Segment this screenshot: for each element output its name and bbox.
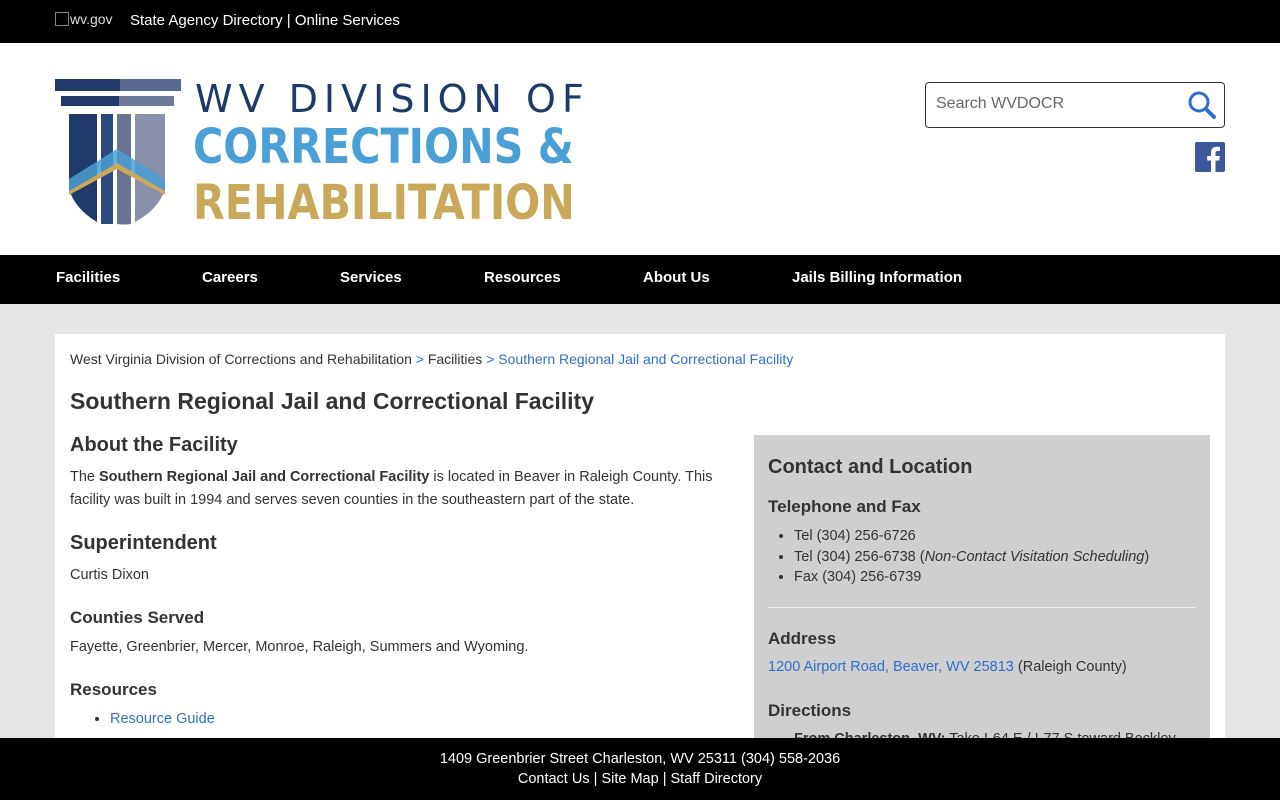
search-icon[interactable] [1186,89,1218,121]
top-links: State Agency Directory | Online Services [130,12,400,29]
about-text-pre: The [70,469,100,485]
logo-line-1: WV DIVISION OF [195,77,590,121]
facebook-link[interactable] [1195,142,1225,172]
superintendent-heading: Superintendent [70,532,217,554]
address: 1200 Airport Road, Beaver, WV 25813 (Ral… [768,659,1127,675]
wvdocr-logo[interactable]: WV DIVISION OF CORRECTIONS & REHABILITAT… [55,77,584,231]
tel-2-close: ) [1144,548,1150,565]
logo-line-3: REHABILITATION [193,175,575,231]
wv-gov-logo-alt: wv.gov [70,11,113,27]
logo-line-2: CORRECTIONS & [193,119,574,175]
breadcrumb-separator: > [486,351,495,367]
breadcrumb-current: Southern Regional Jail and Correctional … [498,351,794,367]
nav-services[interactable]: Services [340,269,402,286]
breadcrumb-facilities[interactable]: Facilities [428,351,482,367]
tel-2: Tel (304) 256-6738 (Non-Contact Visitati… [794,547,1149,568]
top-links-separator: | [286,12,291,29]
superintendent-name: Curtis Dixon [70,567,149,583]
counties-heading: Counties Served [70,608,205,627]
address-heading: Address [768,629,837,648]
resources-heading: Resources [70,680,157,699]
tel-2-note: Non-Contact Visitation Scheduling [924,548,1145,565]
top-bar: wv.gov State Agency Directory | Online S… [0,0,1280,43]
facebook-icon [1195,142,1225,172]
contact-sidebar: Contact and Location Telephone and Fax T… [754,435,1210,765]
resources-list: Resource Guide [110,708,215,730]
about-text: The Southern Regional Jail and Correctio… [70,466,720,512]
nav-resources[interactable]: Resources [484,269,561,286]
site-header: WV DIVISION OF CORRECTIONS & REHABILITAT… [0,43,1280,255]
page-title: Southern Regional Jail and Correctional … [70,388,594,414]
footer-separator: | [593,771,598,787]
phone-list: Tel (304) 256-6726 Tel (304) 256-6738 (N… [794,526,1149,588]
about-text-post2: facility was built in 1994 and serves se… [70,492,635,508]
footer-links: Contact Us | Site Map | Staff Directory [0,771,1280,787]
breadcrumb: West Virginia Division of Corrections an… [70,351,793,367]
about-heading: About the Facility [70,434,238,456]
search-input[interactable] [936,95,1176,113]
online-services-link[interactable]: Online Services [295,12,400,29]
main-nav: Facilities Careers Services Resources Ab… [0,255,1280,304]
tel-1: Tel (304) 256-6726 [794,526,1149,547]
nav-jails-billing[interactable]: Jails Billing Information [792,269,962,286]
search-box [925,82,1225,128]
shield-logo-icon [55,79,181,225]
footer-staff-directory-link[interactable]: Staff Directory [671,771,763,787]
contact-heading: Contact and Location [768,456,973,478]
breadcrumb-separator: > [415,351,424,367]
about-text-post1: is located in Beaver in Raleigh County. … [429,469,713,485]
counties-text: Fayette, Greenbrier, Mercer, Monroe, Ral… [70,639,529,655]
broken-image-icon [55,12,69,26]
resource-guide-link[interactable]: Resource Guide [110,711,215,727]
about-text-bold: Southern Regional Jail and Correctional … [99,469,430,485]
address-map-link[interactable]: 1200 Airport Road, Beaver, WV 25813 [768,659,1014,675]
nav-facilities[interactable]: Facilities [56,269,120,286]
footer-contact-link[interactable]: Contact Us [518,771,590,787]
breadcrumb-home[interactable]: West Virginia Division of Corrections an… [70,351,412,367]
main-content: West Virginia Division of Corrections an… [55,334,1225,765]
footer-separator: | [662,771,667,787]
address-county: (Raleigh County) [1013,659,1127,675]
footer-sitemap-link[interactable]: Site Map [601,771,658,787]
divider [768,607,1196,608]
tel-2-number: Tel (304) 256-6738 ( [794,548,925,565]
directions-heading: Directions [768,701,852,720]
nav-careers[interactable]: Careers [202,269,258,286]
state-agency-directory-link[interactable]: State Agency Directory [130,12,283,29]
nav-about-us[interactable]: About Us [643,269,710,286]
footer-address: 1409 Greenbrier Street Charleston, WV 25… [439,751,841,767]
list-item: Resource Guide [110,708,215,730]
fax: Fax (304) 256-6739 [794,567,1149,588]
wv-gov-logo-link[interactable]: wv.gov [55,11,113,27]
site-footer: 1409 Greenbrier Street Charleston, WV 25… [0,738,1280,800]
phone-heading: Telephone and Fax [768,497,921,516]
